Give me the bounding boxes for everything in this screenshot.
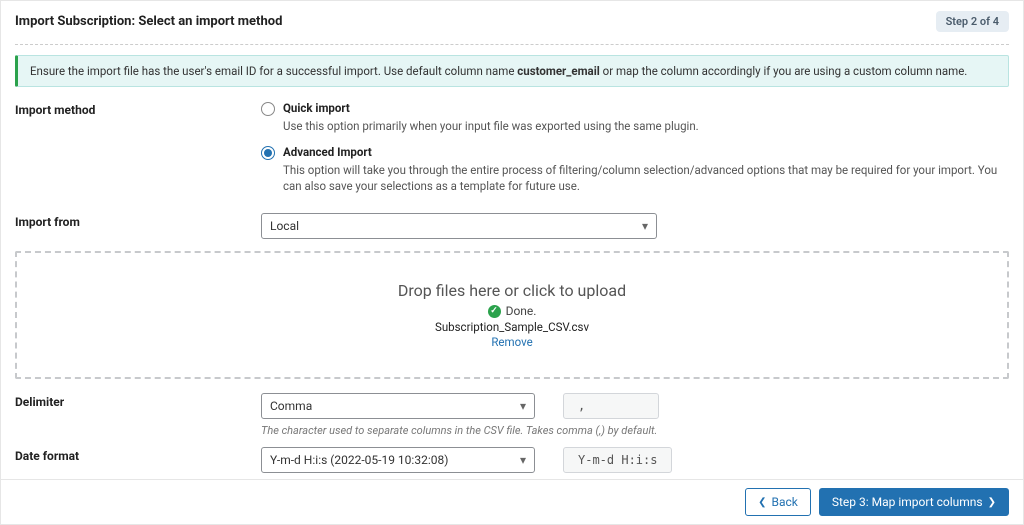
chevron-left-icon: ❮: [758, 497, 766, 508]
file-dropzone[interactable]: Drop files here or click to upload ✓ Don…: [15, 251, 1009, 379]
import-from-select[interactable]: Local ▾: [261, 213, 657, 239]
info-notice: Ensure the import file has the user's em…: [15, 55, 1009, 87]
radio-quick-import[interactable]: [261, 102, 275, 116]
chevron-down-icon: ▾: [642, 219, 648, 233]
label-import-method: Import method: [15, 101, 261, 117]
back-button-label: Back: [771, 495, 797, 509]
advanced-import-title: Advanced Import: [283, 145, 372, 159]
label-import-from: Import from: [15, 213, 261, 229]
step-indicator: Step 2 of 4: [936, 11, 1009, 32]
label-date-format: Date format: [15, 447, 261, 463]
check-icon: ✓: [488, 305, 501, 318]
delimiter-hint: The character used to separate columns i…: [261, 424, 1009, 437]
dropzone-title: Drop files here or click to upload: [398, 281, 626, 300]
notice-text-post: or map the column accordingly if you are…: [600, 64, 968, 78]
notice-text-pre: Ensure the import file has the user's em…: [30, 64, 517, 78]
quick-import-title: Quick import: [283, 101, 350, 115]
date-format-preview: Y-m-d H:i:s: [563, 447, 672, 473]
chevron-right-icon: ❯: [988, 497, 996, 508]
label-delimiter: Delimiter: [15, 393, 261, 409]
notice-bold: customer_email: [517, 64, 599, 78]
advanced-import-desc: This option will take you through the en…: [283, 162, 1009, 195]
delimiter-preview: ,: [563, 393, 659, 419]
chevron-down-icon: ▾: [520, 399, 526, 413]
upload-done-text: Done.: [506, 304, 537, 318]
next-button[interactable]: Step 3: Map import columns ❯: [819, 488, 1009, 516]
delimiter-select[interactable]: Comma ▾: [261, 393, 535, 419]
date-format-select[interactable]: Y-m-d H:i:s (2022-05-19 10:32:08) ▾: [261, 447, 535, 473]
footer-bar: ❮ Back Step 3: Map import columns ❯: [1, 479, 1023, 524]
chevron-down-icon: ▾: [520, 453, 526, 467]
remove-file-link[interactable]: Remove: [491, 335, 532, 349]
back-button[interactable]: ❮ Back: [745, 488, 811, 516]
next-button-label: Step 3: Map import columns: [832, 495, 983, 509]
import-from-value: Local: [270, 219, 299, 233]
delimiter-value: Comma: [270, 399, 312, 413]
page-title: Import Subscription: Select an import me…: [15, 14, 282, 29]
uploaded-filename: Subscription_Sample_CSV.csv: [435, 320, 589, 334]
date-format-value: Y-m-d H:i:s (2022-05-19 10:32:08): [270, 453, 448, 467]
divider: [15, 44, 1009, 45]
quick-import-desc: Use this option primarily when your inpu…: [283, 118, 1009, 135]
radio-advanced-import[interactable]: [261, 146, 275, 160]
